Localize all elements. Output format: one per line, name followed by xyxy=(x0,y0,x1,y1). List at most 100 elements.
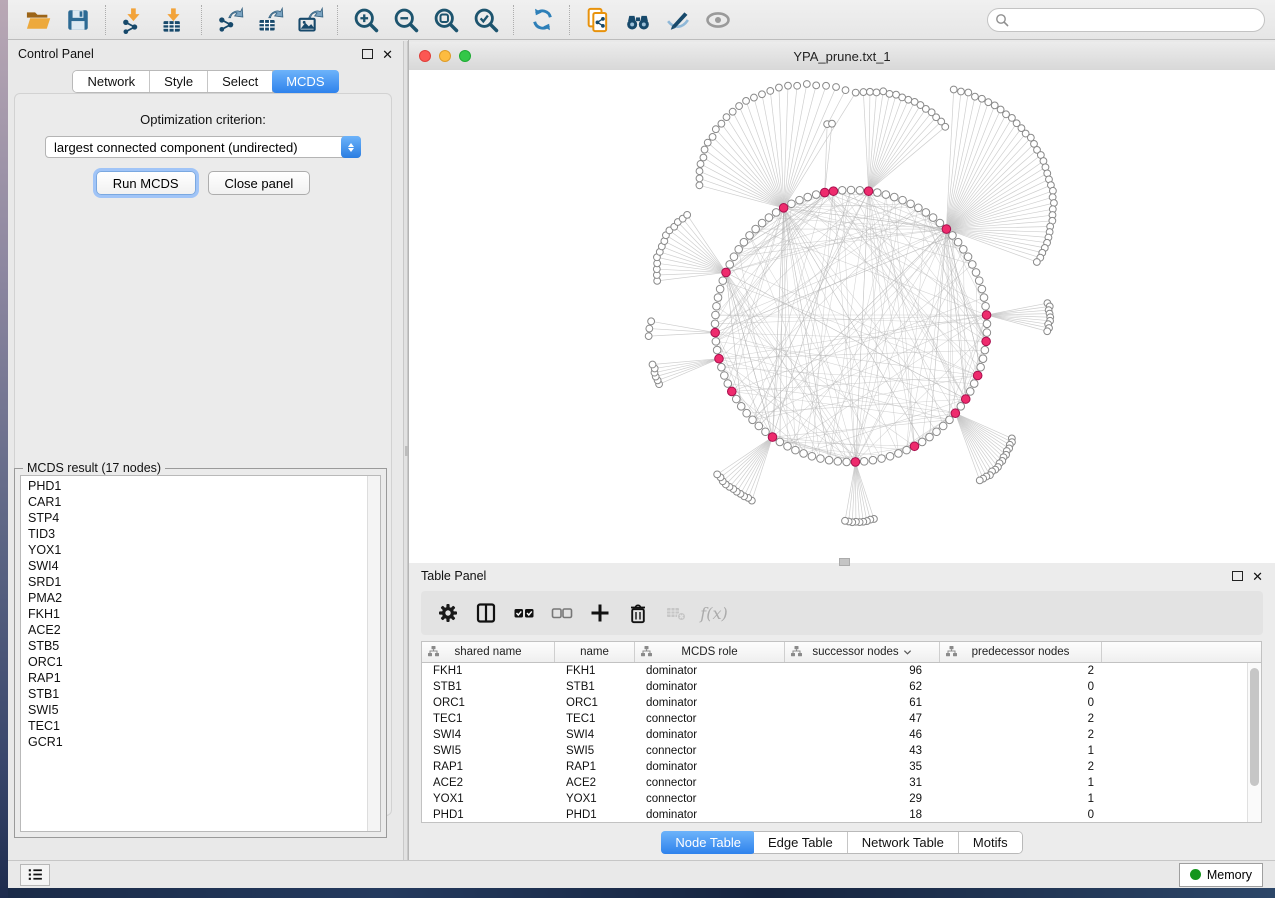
network-node[interactable] xyxy=(918,438,926,446)
network-node[interactable] xyxy=(838,186,846,194)
satellite-node[interactable] xyxy=(1033,259,1040,266)
network-node[interactable] xyxy=(964,253,972,261)
save-icon[interactable] xyxy=(58,3,98,37)
show-graphics-details-icon[interactable] xyxy=(698,3,738,37)
satellite-node[interactable] xyxy=(978,95,985,102)
mcds-result-item[interactable]: STP4 xyxy=(28,510,380,526)
satellite-node[interactable] xyxy=(718,120,725,127)
network-node[interactable] xyxy=(735,246,743,254)
network-node[interactable] xyxy=(980,294,988,302)
refresh-icon[interactable] xyxy=(522,3,562,37)
network-node[interactable] xyxy=(890,193,898,201)
network-node[interactable] xyxy=(922,209,930,217)
table-row[interactable]: TEC1TEC1connector472 xyxy=(422,711,1261,727)
satellite-node[interactable] xyxy=(1050,187,1057,194)
network-node[interactable] xyxy=(983,320,991,328)
mcds-hub-node[interactable] xyxy=(951,409,960,418)
satellite-node[interactable] xyxy=(905,96,912,103)
network-node[interactable] xyxy=(869,456,877,464)
tab-node-table[interactable]: Node Table xyxy=(661,831,755,854)
network-node[interactable] xyxy=(718,363,726,371)
network-node[interactable] xyxy=(954,238,962,246)
mcds-hub-node[interactable] xyxy=(973,371,982,380)
network-node[interactable] xyxy=(737,402,745,410)
deselect-all-icon[interactable] xyxy=(543,595,581,631)
satellite-node[interactable] xyxy=(842,517,849,524)
mcds-result-item[interactable]: STB5 xyxy=(28,638,380,654)
satellite-node[interactable] xyxy=(649,361,656,368)
satellite-node[interactable] xyxy=(684,211,691,218)
satellite-node[interactable] xyxy=(645,333,652,340)
satellite-node[interactable] xyxy=(767,87,774,94)
satellite-node[interactable] xyxy=(860,89,867,96)
mcds-result-item[interactable]: GCR1 xyxy=(28,734,380,750)
network-node[interactable] xyxy=(812,191,820,199)
network-node[interactable] xyxy=(860,458,868,466)
mcds-hub-node[interactable] xyxy=(910,442,919,451)
network-node[interactable] xyxy=(752,225,760,233)
mcds-result-item[interactable]: TEC1 xyxy=(28,718,380,734)
satellite-node[interactable] xyxy=(697,161,704,168)
network-node[interactable] xyxy=(929,214,937,222)
network-node[interactable] xyxy=(907,200,915,208)
tab-network[interactable]: Network xyxy=(73,71,150,92)
select-all-icon[interactable] xyxy=(505,595,543,631)
satellite-node[interactable] xyxy=(829,120,836,127)
mcds-hub-node[interactable] xyxy=(961,395,970,404)
table-row[interactable]: ACE2ACE2connector311 xyxy=(422,775,1261,791)
memory-button[interactable]: Memory xyxy=(1179,863,1263,887)
network-node[interactable] xyxy=(926,433,934,441)
satellite-node[interactable] xyxy=(709,133,716,140)
satellite-node[interactable] xyxy=(823,82,830,89)
tab-style[interactable]: Style xyxy=(150,71,208,92)
mcds-hub-node[interactable] xyxy=(864,187,873,196)
satellite-node[interactable] xyxy=(785,82,792,89)
table-row[interactable]: STB1STB1dominator620 xyxy=(422,679,1261,695)
network-node[interactable] xyxy=(903,446,911,454)
mcds-hub-node[interactable] xyxy=(715,354,724,363)
network-node[interactable] xyxy=(981,346,989,354)
satellite-node[interactable] xyxy=(646,325,653,332)
mcds-result-item[interactable]: RAP1 xyxy=(28,670,380,686)
mcds-hub-node[interactable] xyxy=(768,433,777,442)
network-node[interactable] xyxy=(886,452,894,460)
satellite-node[interactable] xyxy=(712,126,719,133)
satellite-node[interactable] xyxy=(867,88,874,95)
satellite-node[interactable] xyxy=(842,87,849,94)
network-node[interactable] xyxy=(843,458,851,466)
mcds-result-item[interactable]: SWI5 xyxy=(28,702,380,718)
network-node[interactable] xyxy=(788,200,796,208)
settings-icon[interactable] xyxy=(429,595,467,631)
mcds-hub-node[interactable] xyxy=(851,458,860,467)
optimization-criterion-select[interactable]: largest connected component (undirected) xyxy=(45,136,361,158)
satellite-node[interactable] xyxy=(751,94,758,101)
network-node[interactable] xyxy=(895,450,903,458)
satellite-node[interactable] xyxy=(704,139,711,146)
network-node[interactable] xyxy=(878,455,886,463)
satellite-node[interactable] xyxy=(729,108,736,115)
network-node[interactable] xyxy=(716,285,724,293)
column-header-shared-name[interactable]: shared name xyxy=(422,642,555,662)
close-panel-icon[interactable]: ✕ xyxy=(382,48,393,61)
network-node[interactable] xyxy=(939,422,947,430)
network-node[interactable] xyxy=(792,446,800,454)
satellite-node[interactable] xyxy=(714,471,721,478)
satellite-node[interactable] xyxy=(1051,200,1058,207)
network-canvas[interactable] xyxy=(409,70,1275,563)
network-node[interactable] xyxy=(978,285,986,293)
satellite-node[interactable] xyxy=(743,97,750,104)
network-node[interactable] xyxy=(714,294,722,302)
mcds-result-item[interactable]: SRD1 xyxy=(28,574,380,590)
horizontal-splitter-handle[interactable] xyxy=(839,558,850,566)
tab-motifs[interactable]: Motifs xyxy=(959,832,1022,853)
tab-select[interactable]: Select xyxy=(208,71,273,92)
network-node[interactable] xyxy=(772,209,780,217)
import-table-icon[interactable] xyxy=(154,3,194,37)
satellite-node[interactable] xyxy=(873,89,880,96)
network-node[interactable] xyxy=(968,261,976,269)
network-node[interactable] xyxy=(804,193,812,201)
mcds-result-item[interactable]: PHD1 xyxy=(28,478,380,494)
satellite-node[interactable] xyxy=(942,123,949,130)
mcds-result-item[interactable]: FKH1 xyxy=(28,606,380,622)
network-node[interactable] xyxy=(724,380,732,388)
